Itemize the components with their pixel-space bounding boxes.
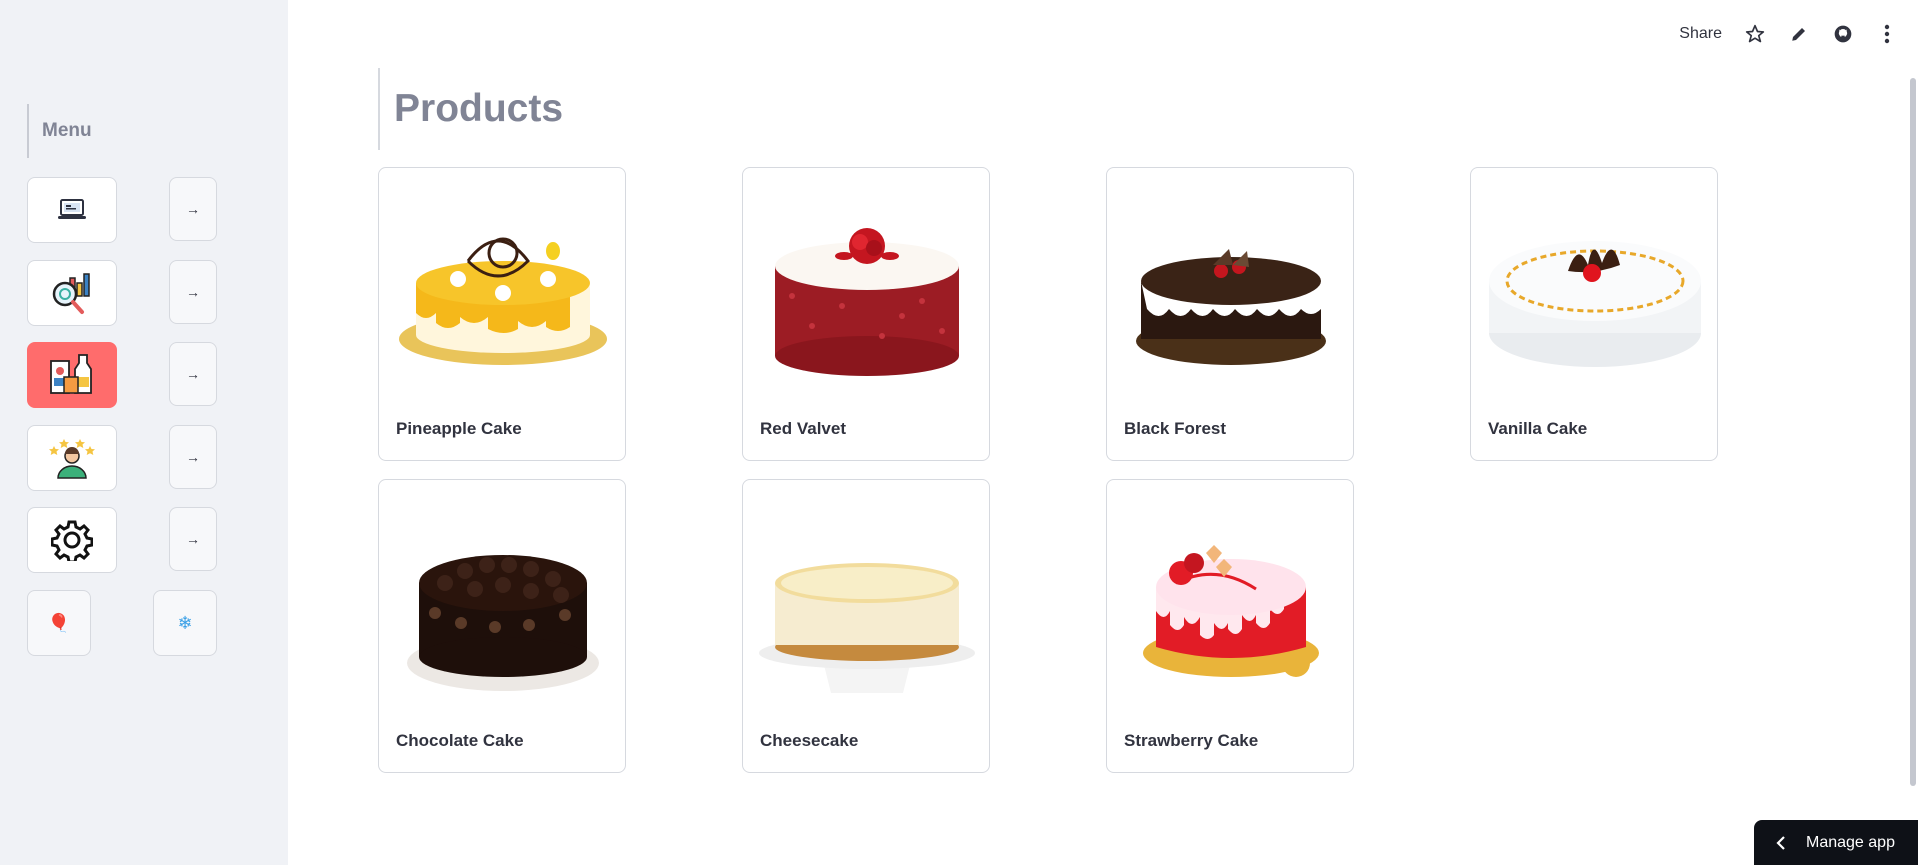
header-toolbar: Share xyxy=(1679,20,1898,48)
nav-tile-analytics[interactable] xyxy=(27,260,117,326)
snow-button[interactable]: ❄ xyxy=(153,590,217,656)
nav-arrow-analytics[interactable]: → xyxy=(169,260,217,324)
product-card[interactable]: Chocolate Cake xyxy=(378,479,626,773)
balloon-icon: 🎈 xyxy=(47,612,71,633)
cheesecake-image xyxy=(759,516,975,700)
product-card[interactable]: Cheesecake xyxy=(742,479,990,773)
laptop-icon xyxy=(58,199,86,219)
page-title-container: Products xyxy=(378,68,563,150)
chocolate-cake-image xyxy=(395,516,611,700)
vanilla-cake-image xyxy=(1487,204,1703,388)
product-card[interactable]: Strawberry Cake xyxy=(1106,479,1354,773)
more-vert-icon[interactable] xyxy=(1876,23,1898,45)
arrow-right-icon: → xyxy=(186,366,200,382)
gear-icon xyxy=(51,520,93,561)
chevron-left-icon xyxy=(1776,835,1785,850)
product-name: Pineapple Cake xyxy=(396,419,522,438)
pineapple-cake-image xyxy=(395,204,611,388)
scrollbar[interactable] xyxy=(1910,78,1916,786)
black-forest-cake-image xyxy=(1123,204,1339,388)
analytics-icon xyxy=(52,273,90,314)
product-card[interactable]: Pineapple Cake xyxy=(378,167,626,461)
product-name: Vanilla Cake xyxy=(1488,419,1588,438)
manage-app-label: Manage app xyxy=(1806,833,1895,851)
nav-tile-dashboard[interactable] xyxy=(27,177,117,243)
arrow-right-icon: → xyxy=(186,201,200,217)
page-title: Products xyxy=(394,87,564,130)
nav-arrow-dashboard[interactable]: → xyxy=(169,177,217,241)
product-card[interactable]: Vanilla Cake xyxy=(1470,167,1718,461)
pencil-icon[interactable] xyxy=(1788,23,1810,45)
nav-tile-settings[interactable] xyxy=(27,507,117,573)
snowflake-icon: ❄ xyxy=(177,612,193,633)
nav-arrow-products[interactable]: → xyxy=(169,342,217,406)
nav-tile-products[interactable] xyxy=(27,342,117,408)
star-icon[interactable] xyxy=(1744,23,1766,45)
arrow-right-icon: → xyxy=(186,531,200,547)
nav-tile-reviews[interactable] xyxy=(27,425,117,491)
reviews-icon xyxy=(49,439,95,479)
product-card[interactable]: Black Forest xyxy=(1106,167,1354,461)
menu-heading-label: Menu xyxy=(42,120,92,141)
github-icon[interactable] xyxy=(1832,23,1854,45)
products-icon xyxy=(50,354,92,394)
arrow-right-icon: → xyxy=(186,284,200,300)
product-name: Red Valvet xyxy=(760,419,846,438)
product-name: Strawberry Cake xyxy=(1124,731,1259,750)
strawberry-cake-image xyxy=(1123,516,1339,700)
product-card[interactable]: Red Valvet xyxy=(742,167,990,461)
product-name: Chocolate Cake xyxy=(396,731,524,750)
nav-arrow-settings[interactable]: → xyxy=(169,507,217,571)
manage-app-button[interactable]: Manage app xyxy=(1754,820,1918,865)
sidebar: Menu → → → → → 🎈 ❄ xyxy=(0,0,288,865)
product-name: Black Forest xyxy=(1124,419,1227,438)
arrow-right-icon: → xyxy=(186,449,200,465)
share-button[interactable]: Share xyxy=(1679,25,1722,43)
red-velvet-cake-image xyxy=(759,204,975,388)
nav-arrow-reviews[interactable]: → xyxy=(169,425,217,489)
product-name: Cheesecake xyxy=(760,731,859,750)
menu-heading: Menu xyxy=(27,104,92,158)
balloons-button[interactable]: 🎈 xyxy=(27,590,91,656)
